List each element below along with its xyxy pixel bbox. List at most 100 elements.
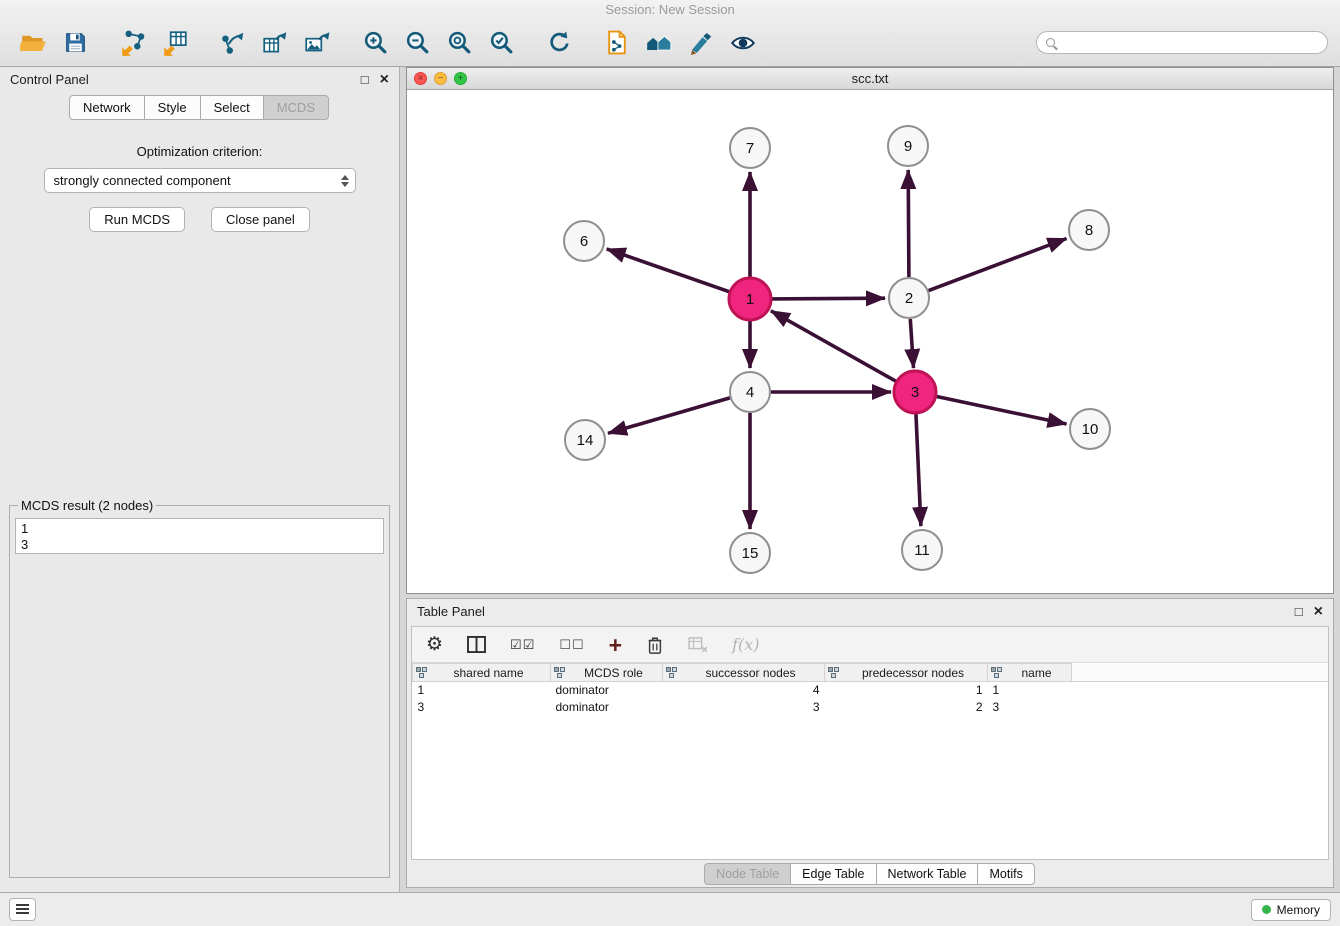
svg-text:4: 4 bbox=[746, 384, 754, 401]
graph-node-7[interactable]: 7 bbox=[730, 128, 770, 168]
graph-node-10[interactable]: 10 bbox=[1070, 409, 1110, 449]
graph-edge-2-3[interactable] bbox=[910, 319, 913, 368]
graph-edge-3-1[interactable] bbox=[771, 311, 897, 382]
import-network-button[interactable] bbox=[112, 24, 154, 62]
cell-name[interactable]: 3 bbox=[988, 699, 1072, 716]
zoom-out-button[interactable] bbox=[396, 24, 438, 62]
import-network-icon bbox=[119, 29, 147, 57]
tab-edge-table[interactable]: Edge Table bbox=[790, 863, 876, 885]
show-columns-button[interactable] bbox=[467, 636, 486, 653]
select-all-button[interactable]: ☑☑ bbox=[510, 637, 535, 653]
close-table-panel-icon[interactable]: × bbox=[1314, 605, 1323, 618]
mcds-result-item[interactable]: 3 bbox=[21, 537, 383, 553]
graph-edge-2-9[interactable] bbox=[908, 170, 909, 277]
close-panel-icon[interactable]: × bbox=[380, 73, 389, 86]
apply-style-button[interactable] bbox=[680, 24, 722, 62]
graph-node-14[interactable]: 14 bbox=[565, 420, 605, 460]
table-row[interactable]: 1dominator411 bbox=[413, 682, 1329, 699]
optimization-criterion-select[interactable]: strongly connected component bbox=[44, 168, 356, 193]
cell-successor-nodes[interactable]: 3 bbox=[663, 699, 825, 716]
tab-motifs[interactable]: Motifs bbox=[977, 863, 1034, 885]
save-session-button[interactable] bbox=[54, 24, 96, 62]
status-bar: Memory bbox=[0, 892, 1340, 926]
cell-successor-nodes[interactable]: 4 bbox=[663, 682, 825, 699]
cell-MCDS-role[interactable]: dominator bbox=[551, 699, 663, 716]
graph-edge-2-8[interactable] bbox=[929, 239, 1067, 291]
graph-edge-3-10[interactable] bbox=[936, 396, 1067, 424]
window-minimize-button[interactable]: − bbox=[434, 72, 447, 85]
export-image-button[interactable] bbox=[296, 24, 338, 62]
table-row[interactable]: 3dominator323 bbox=[413, 699, 1329, 716]
delete-table-button[interactable] bbox=[688, 637, 708, 653]
create-column-button[interactable]: + bbox=[609, 635, 622, 655]
zoom-fit-button[interactable] bbox=[438, 24, 480, 62]
cell-shared-name[interactable]: 3 bbox=[413, 699, 551, 716]
cell-predecessor-nodes[interactable]: 1 bbox=[825, 682, 988, 699]
column-header-predecessor-nodes[interactable]: predecessor nodes bbox=[825, 664, 988, 682]
graph-node-1[interactable]: 1 bbox=[729, 278, 771, 320]
tab-network-table[interactable]: Network Table bbox=[876, 863, 979, 885]
memory-button[interactable]: Memory bbox=[1251, 899, 1331, 921]
tab-mcds[interactable]: MCDS bbox=[263, 95, 329, 120]
float-panel-icon[interactable]: □ bbox=[361, 73, 369, 86]
cell-shared-name[interactable]: 1 bbox=[413, 682, 551, 699]
node-table-area[interactable]: shared nameMCDS rolesuccessor nodesprede… bbox=[412, 663, 1328, 859]
mcds-result-item[interactable]: 1 bbox=[21, 521, 383, 537]
graph-node-2[interactable]: 2 bbox=[889, 278, 929, 318]
graph-edge-4-14[interactable] bbox=[608, 398, 730, 433]
column-header-name[interactable]: name bbox=[988, 664, 1072, 682]
show-hide-panels-button[interactable] bbox=[722, 24, 764, 62]
session-toolbar-group bbox=[12, 24, 96, 62]
network-canvas[interactable]: 7 9 6 8 1 2 4 3 14 10 15 11 bbox=[407, 90, 1333, 593]
table-panel: Table Panel □ × ⚙ bbox=[406, 598, 1334, 888]
graph-node-15[interactable]: 15 bbox=[730, 533, 770, 573]
table-toolbar: ⚙ ☑☑ ☐☐ + bbox=[412, 627, 1328, 663]
export-network-button[interactable] bbox=[212, 24, 254, 62]
graph-edge-3-11[interactable] bbox=[916, 413, 921, 526]
export-table-button[interactable] bbox=[254, 24, 296, 62]
search-box[interactable] bbox=[1036, 31, 1328, 54]
run-mcds-button[interactable]: Run MCDS bbox=[89, 207, 185, 232]
zoom-toolbar-group bbox=[354, 24, 522, 62]
graph-node-9[interactable]: 9 bbox=[888, 126, 928, 166]
search-icon bbox=[1046, 38, 1055, 47]
column-header-successor-nodes[interactable]: successor nodes bbox=[663, 664, 825, 682]
zoom-selected-button[interactable] bbox=[480, 24, 522, 62]
tab-style[interactable]: Style bbox=[144, 95, 201, 120]
zoom-selected-icon bbox=[488, 29, 515, 56]
graph-node-11[interactable]: 11 bbox=[902, 530, 942, 570]
open-session-button[interactable] bbox=[12, 24, 54, 62]
graph-edge-1-2[interactable] bbox=[771, 298, 885, 299]
graph-node-3[interactable]: 3 bbox=[894, 371, 936, 413]
deselect-all-button[interactable]: ☐☐ bbox=[559, 637, 584, 653]
graph-node-4[interactable]: 4 bbox=[730, 372, 770, 412]
tab-select[interactable]: Select bbox=[200, 95, 264, 120]
control-panel-header: Control Panel □ × bbox=[0, 67, 399, 92]
svg-text:6: 6 bbox=[580, 233, 588, 250]
import-table-button[interactable] bbox=[154, 24, 196, 62]
zoom-in-button[interactable] bbox=[354, 24, 396, 62]
function-builder-button[interactable]: f(x) bbox=[732, 635, 759, 654]
graph-node-8[interactable]: 8 bbox=[1069, 210, 1109, 250]
table-settings-button[interactable]: ⚙ bbox=[426, 635, 443, 654]
tab-network[interactable]: Network bbox=[69, 95, 145, 120]
refresh-toolbar-group bbox=[538, 24, 580, 62]
network-document-button[interactable] bbox=[596, 24, 638, 62]
home-view-button[interactable] bbox=[638, 24, 680, 62]
column-header-MCDS-role[interactable]: MCDS role bbox=[551, 664, 663, 682]
tab-node-table[interactable]: Node Table bbox=[704, 863, 791, 885]
search-input[interactable] bbox=[1061, 36, 1318, 50]
graph-edge-1-6[interactable] bbox=[607, 249, 731, 292]
refresh-view-button[interactable] bbox=[538, 24, 580, 62]
delete-column-button[interactable] bbox=[646, 635, 664, 655]
graph-node-6[interactable]: 6 bbox=[564, 221, 604, 261]
close-panel-button[interactable]: Close panel bbox=[211, 207, 310, 232]
column-header-shared-name[interactable]: shared name bbox=[413, 664, 551, 682]
cell-name[interactable]: 1 bbox=[988, 682, 1072, 699]
cell-MCDS-role[interactable]: dominator bbox=[551, 682, 663, 699]
window-zoom-button[interactable]: + bbox=[454, 72, 467, 85]
float-table-panel-icon[interactable]: □ bbox=[1295, 605, 1303, 618]
task-history-button[interactable] bbox=[9, 898, 36, 921]
cell-predecessor-nodes[interactable]: 2 bbox=[825, 699, 988, 716]
window-close-button[interactable]: × bbox=[414, 72, 427, 85]
